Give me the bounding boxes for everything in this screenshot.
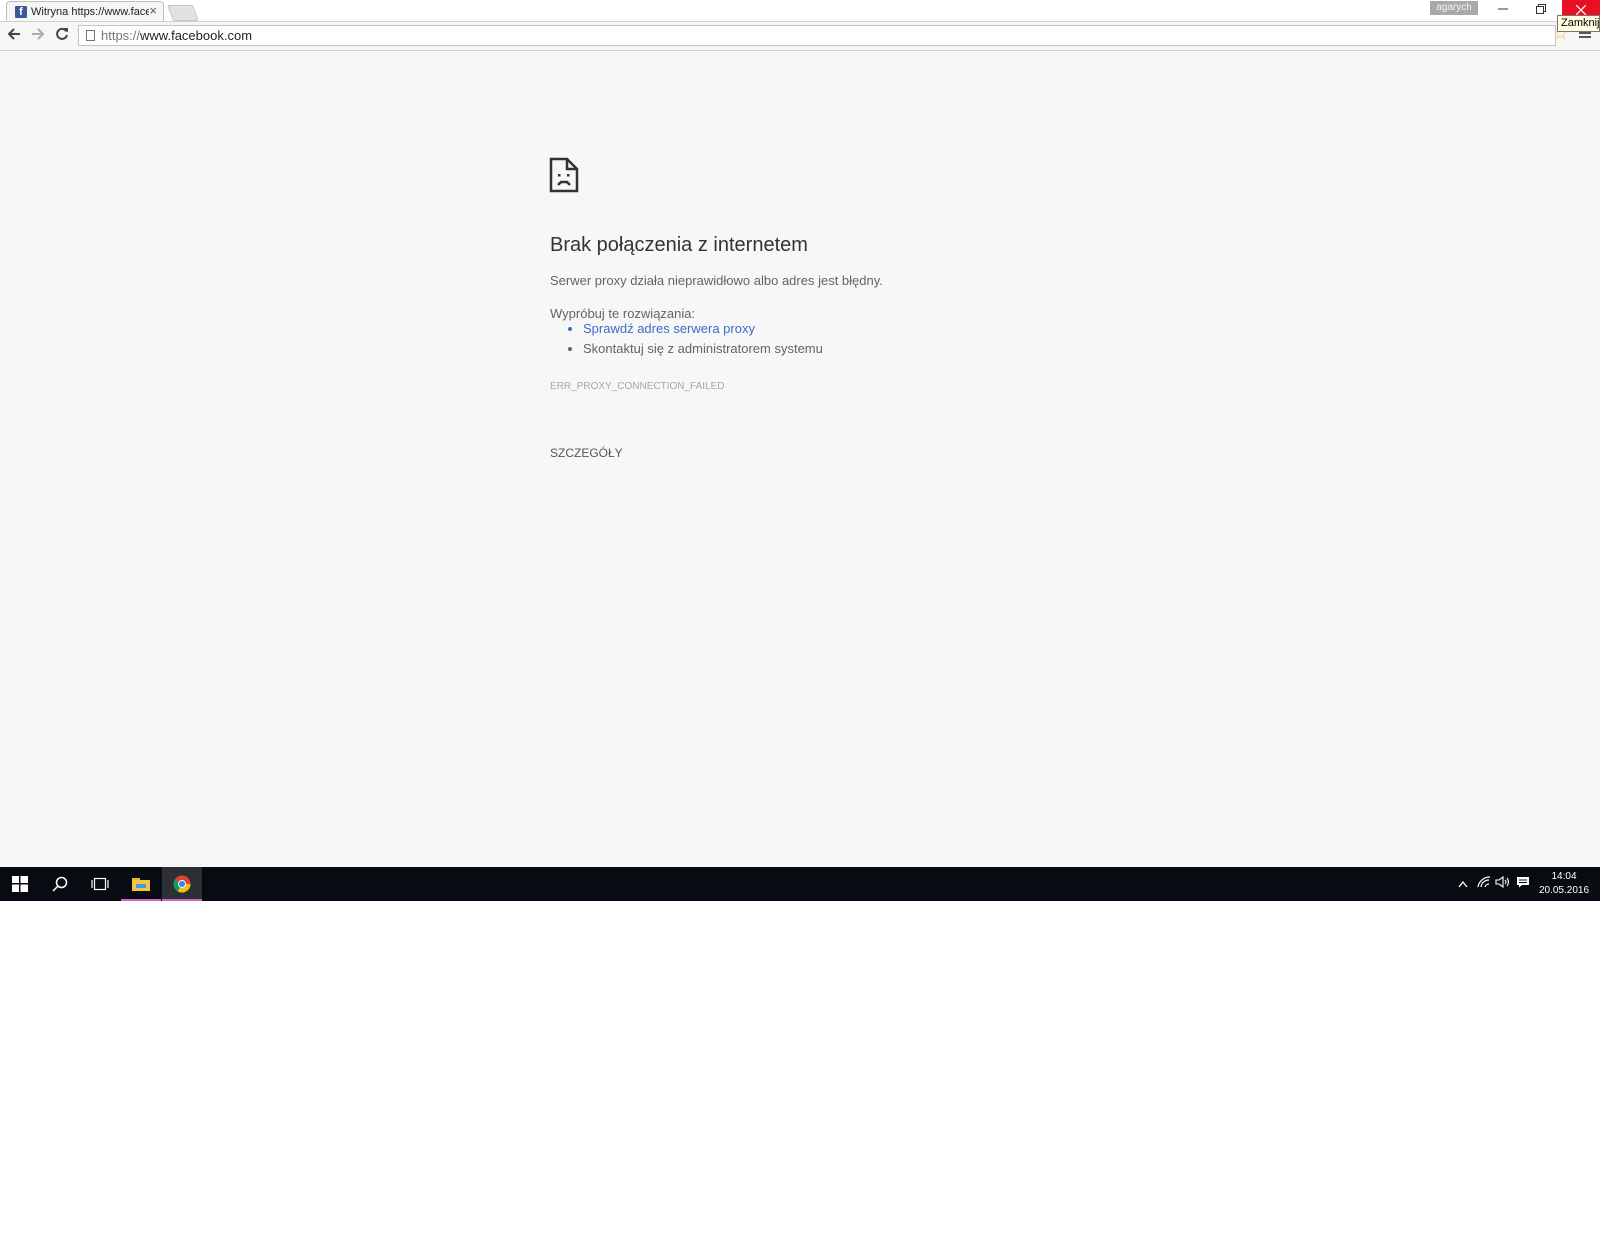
broken-page-icon xyxy=(549,157,579,193)
suggestions-list: Sprawdź adres serwera proxy Skontaktuj s… xyxy=(550,319,823,359)
check-proxy-link[interactable]: Sprawdź adres serwera proxy xyxy=(583,319,823,339)
browser-tab[interactable]: f Witryna https://www.facebook.com × xyxy=(6,1,164,21)
windows-logo-icon xyxy=(12,876,28,892)
clock-date: 20.05.2016 xyxy=(1538,885,1590,896)
error-page: Brak połączenia z internetem Serwer prox… xyxy=(0,51,1600,867)
task-view-icon xyxy=(91,877,109,891)
volume-button[interactable] xyxy=(1494,867,1512,901)
restore-button[interactable] xyxy=(1524,0,1558,20)
reload-button[interactable] xyxy=(52,27,72,45)
show-hidden-icons-button[interactable] xyxy=(1455,867,1471,901)
back-button[interactable] xyxy=(4,27,24,45)
volume-icon xyxy=(1495,875,1510,889)
details-button[interactable]: SZCZEGÓŁY xyxy=(550,446,623,460)
address-bar[interactable]: https://www.facebook.com xyxy=(78,25,1556,46)
taskbar: 14:04 20.05.2016 xyxy=(0,867,1600,901)
blank-area xyxy=(0,901,1600,1254)
error-title: Brak połączenia z internetem xyxy=(550,234,808,256)
taskbar-file-explorer[interactable] xyxy=(121,867,161,901)
profile-button[interactable]: agarych xyxy=(1430,1,1478,15)
browser-toolbar: https://www.facebook.com ☆ xyxy=(0,22,1600,51)
chevron-up-icon xyxy=(1458,880,1468,888)
action-center-button[interactable] xyxy=(1514,867,1532,901)
error-summary: Serwer proxy działa nieprawidłowo albo a… xyxy=(550,273,883,288)
new-tab-button[interactable] xyxy=(167,5,199,21)
url-scheme: https:// xyxy=(101,28,141,43)
clock-time: 14:04 xyxy=(1551,871,1577,882)
close-icon xyxy=(1575,4,1587,16)
start-button[interactable] xyxy=(0,867,40,901)
network-icon xyxy=(1477,876,1491,888)
chrome-icon xyxy=(173,875,191,893)
restore-icon xyxy=(1536,4,1546,14)
search-button[interactable] xyxy=(40,867,80,901)
url-text: https://www.facebook.com xyxy=(101,28,252,44)
arrow-left-icon xyxy=(7,28,20,40)
reload-icon xyxy=(56,27,68,40)
search-icon xyxy=(52,876,68,892)
tab-strip: f Witryna https://www.facebook.com × aga… xyxy=(0,0,1600,32)
url-host: www.facebook.com xyxy=(140,28,253,43)
network-button[interactable] xyxy=(1475,867,1493,901)
clock[interactable]: 14:04 20.05.2016 xyxy=(1535,870,1593,898)
tab-close-icon[interactable]: × xyxy=(149,4,157,18)
facebook-favicon-icon: f xyxy=(15,6,27,18)
notification-icon xyxy=(1517,877,1529,888)
page-icon xyxy=(86,30,95,41)
minimize-button[interactable] xyxy=(1486,0,1520,20)
taskbar-chrome[interactable] xyxy=(162,867,202,901)
error-code: ERR_PROXY_CONNECTION_FAILED xyxy=(550,381,725,392)
minimize-icon xyxy=(1498,8,1508,10)
task-view-button[interactable] xyxy=(80,867,120,901)
arrow-right-icon xyxy=(32,28,45,40)
contact-admin-item: Skontaktuj się z administratorem systemu xyxy=(583,339,823,359)
close-tooltip: Zamknij xyxy=(1557,15,1600,32)
tab-title: Witryna https://www.facebook.com xyxy=(31,6,149,18)
folder-icon xyxy=(132,878,150,891)
forward-button[interactable] xyxy=(28,27,48,45)
